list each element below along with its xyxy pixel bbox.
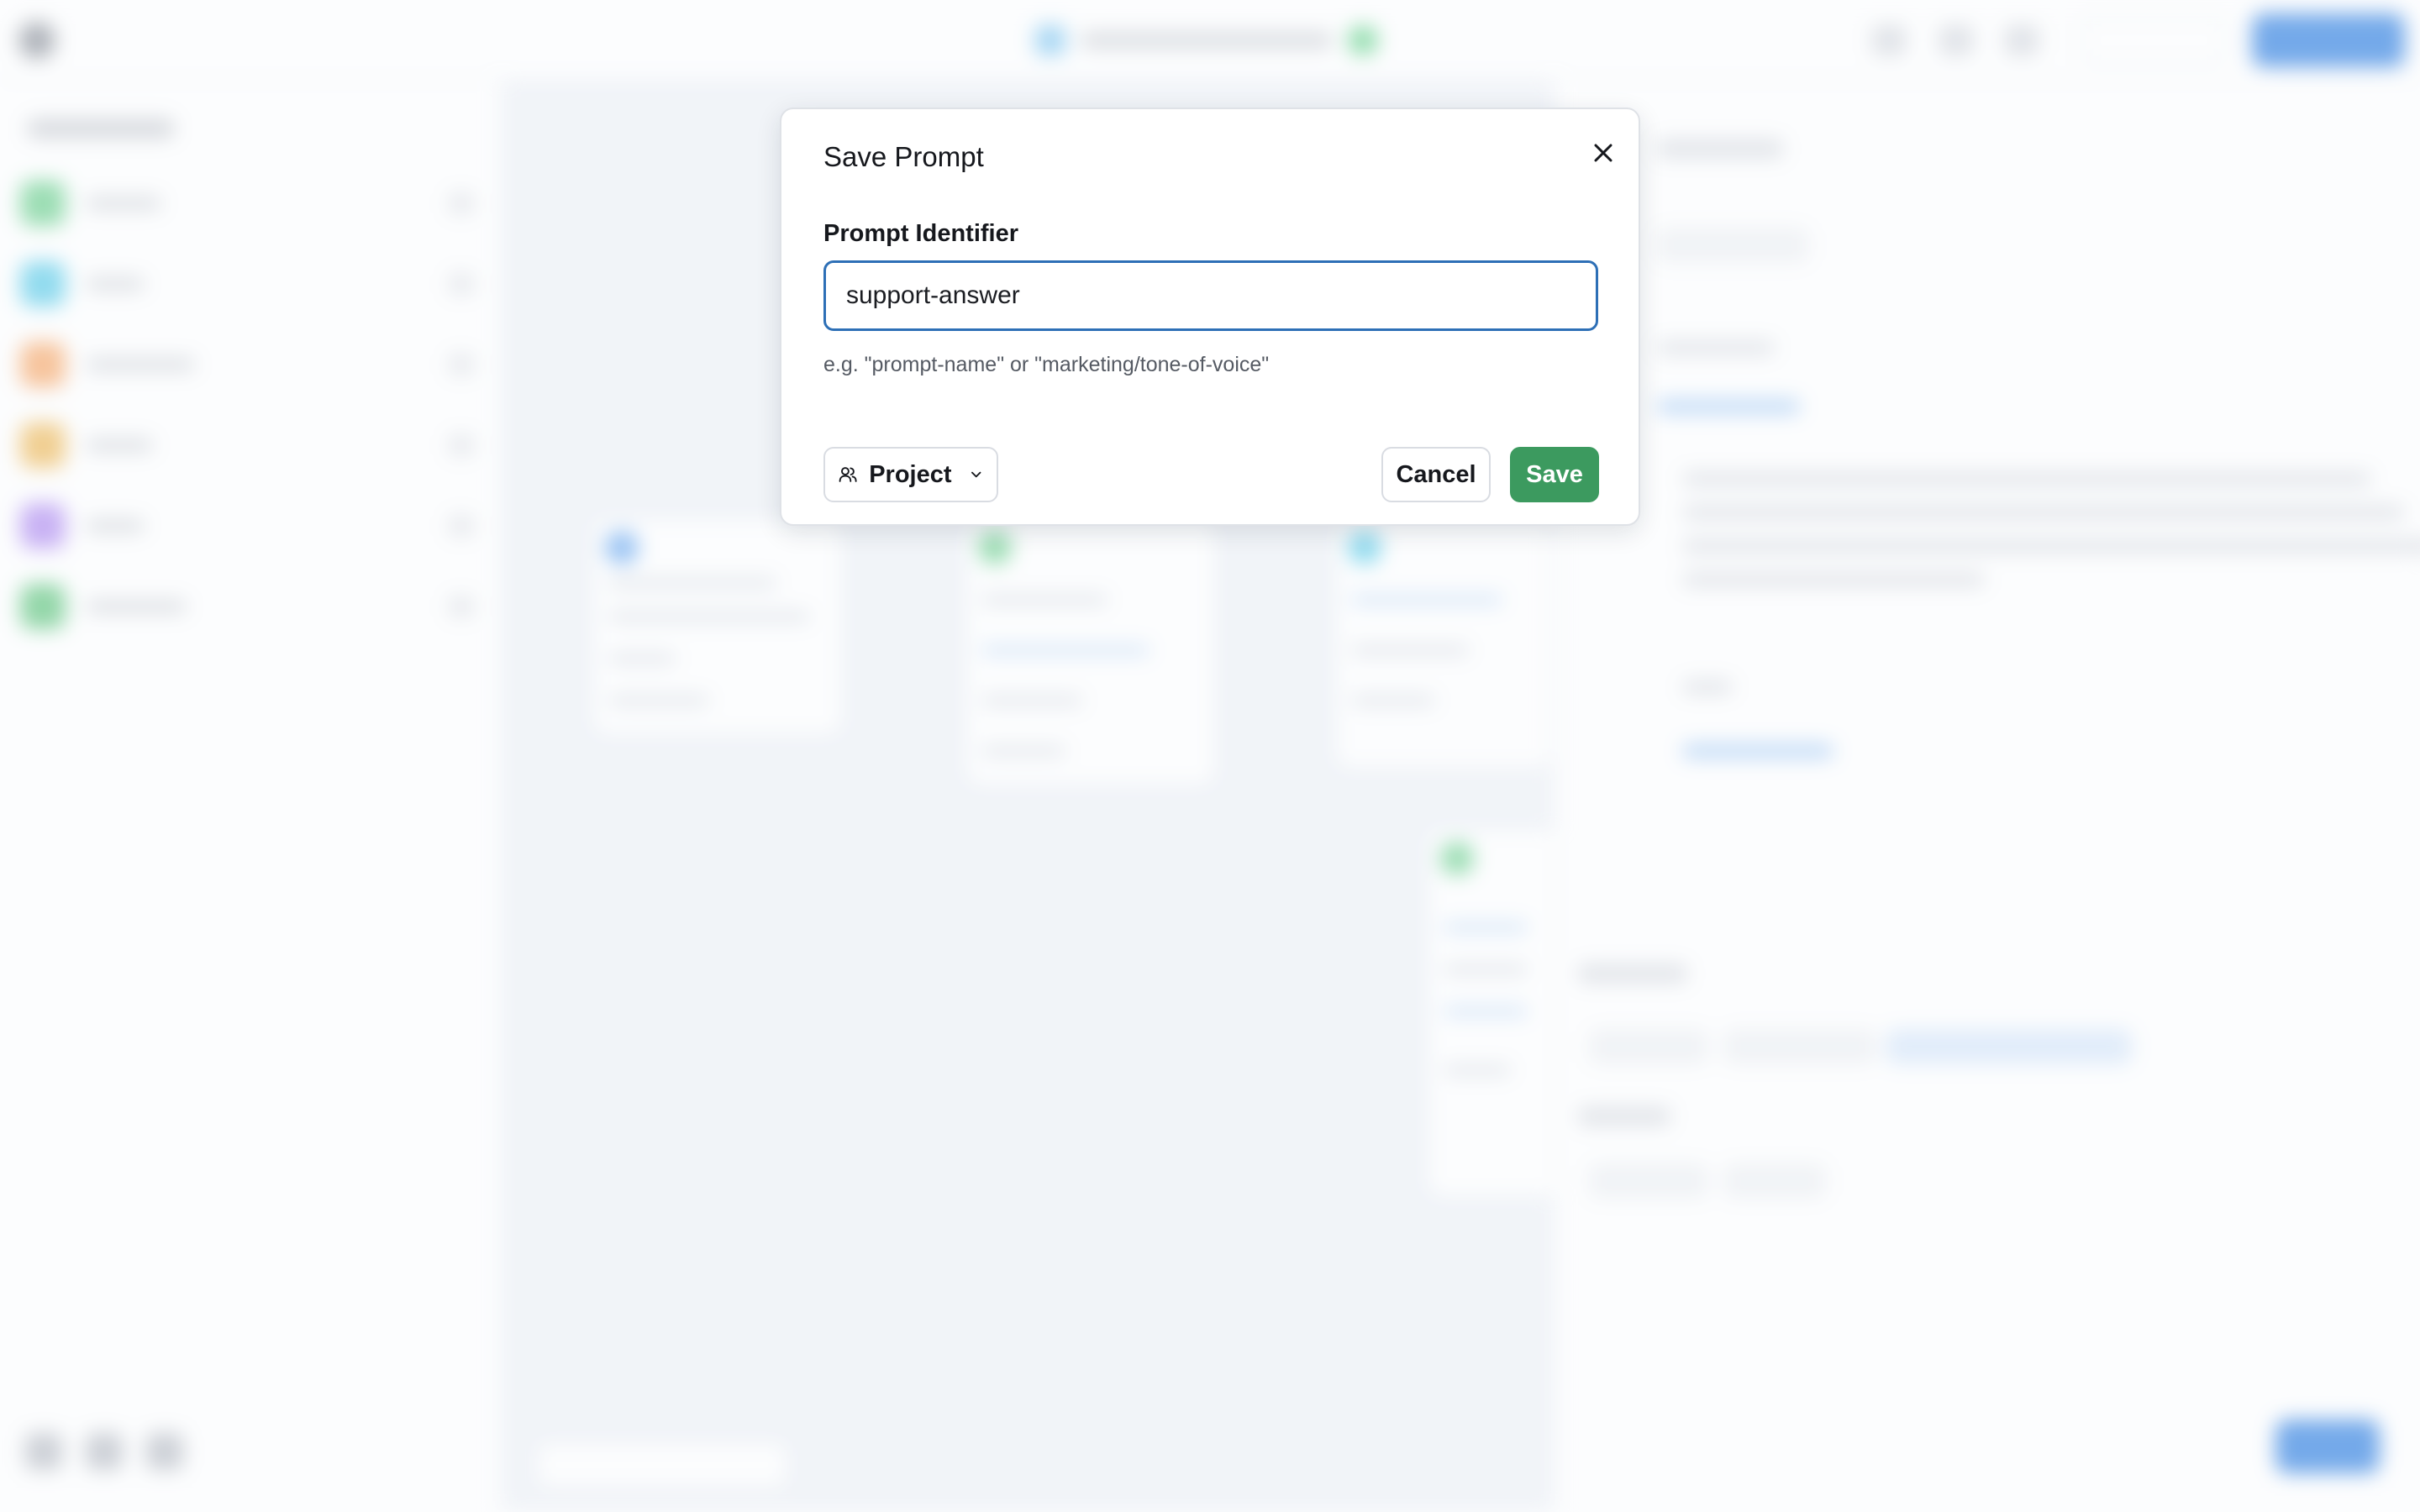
scope-dropdown[interactable]: Project <box>823 447 998 502</box>
cancel-button[interactable]: Cancel <box>1381 447 1491 502</box>
prompt-identifier-label: Prompt Identifier <box>823 220 1019 247</box>
identifier-hint: e.g. "prompt-name" or "marketing/tone-of… <box>823 353 1270 376</box>
close-icon <box>1594 144 1612 162</box>
close-button[interactable] <box>1585 134 1622 171</box>
dialog-title: Save Prompt <box>823 141 984 172</box>
app-root: Save Prompt Prompt Identifier e.g. "prom… <box>0 0 2420 1512</box>
chevron-down-icon <box>971 471 981 478</box>
save-prompt-dialog: Save Prompt Prompt Identifier e.g. "prom… <box>780 108 1640 526</box>
save-button[interactable]: Save <box>1510 447 1599 502</box>
users-icon <box>839 467 857 482</box>
scope-label: Project <box>869 460 952 488</box>
prompt-identifier-input[interactable] <box>823 260 1598 331</box>
